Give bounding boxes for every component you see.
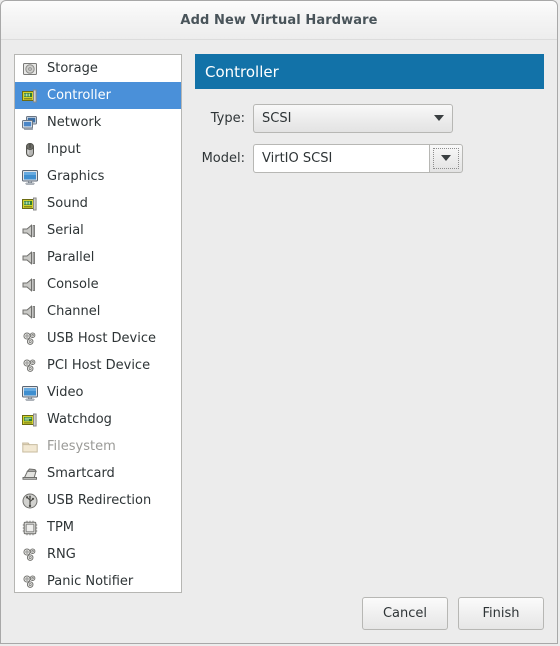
hardware-list-item-label: Controller <box>47 88 111 103</box>
hardware-list-item[interactable]: USB Redirection <box>15 487 181 514</box>
hardware-list-item-label: Storage <box>47 61 98 76</box>
hardware-list-item-label: TPM <box>47 520 74 535</box>
hardware-list-item[interactable]: USB Host Device <box>15 325 181 352</box>
hardware-list-item-label: PCI Host Device <box>47 358 151 373</box>
folder-icon <box>21 438 39 456</box>
network-icon <box>21 114 39 132</box>
dialog-title: Add New Virtual Hardware <box>180 12 378 28</box>
hardware-list-item-label: Parallel <box>47 250 95 265</box>
hardware-list-item: Filesystem <box>15 433 181 460</box>
hardware-type-list[interactable]: Storage Controller Network Input Graphics Sou… <box>14 54 182 593</box>
hardware-list-item-label: Graphics <box>47 169 105 184</box>
finish-button[interactable]: Finish <box>458 597 544 630</box>
model-label: Model: <box>201 150 245 166</box>
hardware-list-item[interactable]: Console <box>15 271 181 298</box>
hardware-list-item[interactable]: Smartcard <box>15 460 181 487</box>
mouse-icon <box>21 141 39 159</box>
gears-icon <box>21 357 39 375</box>
dialog-footer: Cancel Finish <box>362 597 544 630</box>
gears-icon <box>21 573 39 591</box>
controller-form: Type: SCSI Model: VirtIO SCSI <box>195 103 544 173</box>
hardware-list-item-label: Smartcard <box>47 466 115 481</box>
model-input[interactable]: VirtIO SCSI <box>253 143 429 173</box>
hardware-list-item[interactable]: PCI Host Device <box>15 352 181 379</box>
model-input-value: VirtIO SCSI <box>262 150 333 166</box>
usb-icon <box>21 492 39 510</box>
dialog-titlebar: Add New Virtual Hardware <box>1 1 557 40</box>
hardware-list-item[interactable]: Storage <box>15 55 181 82</box>
model-dropdown-focus-ring <box>433 147 459 169</box>
hardware-list-item-label: RNG <box>47 547 76 562</box>
hardware-list-item-label: Filesystem <box>47 439 116 454</box>
hardware-list-item[interactable]: Watchdog <box>15 406 181 433</box>
hardware-list-item[interactable]: Controller <box>15 82 181 109</box>
hardware-list-item-label: Serial <box>47 223 84 238</box>
hardware-list-item-label: Sound <box>47 196 88 211</box>
hardware-list-item[interactable]: Video <box>15 379 181 406</box>
panel-header-label: Controller <box>205 62 279 81</box>
cancel-button[interactable]: Cancel <box>362 597 448 630</box>
hardware-list-item[interactable]: Graphics <box>15 163 181 190</box>
video-monitor-icon <box>21 384 39 402</box>
hardware-list-item-label: Watchdog <box>47 412 112 427</box>
smartcard-reader-icon <box>21 465 39 483</box>
gears-icon <box>21 546 39 564</box>
details-panel: Controller Type: SCSI Model: VirtIO SCSI <box>195 54 544 183</box>
hardware-list-item-label: Panic Notifier <box>47 574 134 589</box>
model-combobox[interactable]: VirtIO SCSI <box>253 143 463 173</box>
type-row: Type: SCSI <box>195 103 544 133</box>
hardware-list-item[interactable]: Parallel <box>15 244 181 271</box>
hardware-list-item[interactable]: Panic Notifier <box>15 568 181 592</box>
controller-card-icon <box>21 87 39 105</box>
sound-card-icon <box>21 195 39 213</box>
model-row: Model: VirtIO SCSI <box>195 143 544 173</box>
hardware-list-item[interactable]: Channel <box>15 298 181 325</box>
hardware-list-item-label: Channel <box>47 304 101 319</box>
hardware-list-item-label: Input <box>47 142 81 157</box>
type-label: Type: <box>210 110 245 126</box>
type-select[interactable]: SCSI <box>253 103 453 133</box>
hardware-list-item[interactable]: TPM <box>15 514 181 541</box>
channel-port-icon <box>21 303 39 321</box>
gears-icon <box>21 330 39 348</box>
storage-icon <box>21 60 39 78</box>
hardware-list-item-label: Network <box>47 115 102 130</box>
hardware-list-item[interactable]: Network <box>15 109 181 136</box>
chip-icon <box>21 519 39 537</box>
hardware-list-item-label: Console <box>47 277 99 292</box>
model-dropdown-button[interactable] <box>429 143 463 173</box>
serial-port-icon <box>21 222 39 240</box>
panel-header: Controller <box>195 54 544 89</box>
hardware-list-item[interactable]: Input <box>15 136 181 163</box>
monitor-icon <box>21 168 39 186</box>
dialog-content: Storage Controller Network Input Graphics Sou… <box>1 40 557 643</box>
add-hardware-dialog: Add New Virtual Hardware Storage Controll… <box>0 0 558 644</box>
type-select-value: SCSI <box>262 110 292 126</box>
watchdog-card-icon <box>21 411 39 429</box>
parallel-port-icon <box>21 249 39 267</box>
hardware-list-item[interactable]: RNG <box>15 541 181 568</box>
chevron-down-icon <box>434 115 444 121</box>
console-port-icon <box>21 276 39 294</box>
chevron-down-icon <box>441 155 451 161</box>
hardware-list-item[interactable]: Sound <box>15 190 181 217</box>
hardware-list-item-label: USB Host Device <box>47 331 157 346</box>
hardware-list-item-label: Video <box>47 385 84 400</box>
hardware-list-item[interactable]: Serial <box>15 217 181 244</box>
hardware-list-item-label: USB Redirection <box>47 493 152 508</box>
